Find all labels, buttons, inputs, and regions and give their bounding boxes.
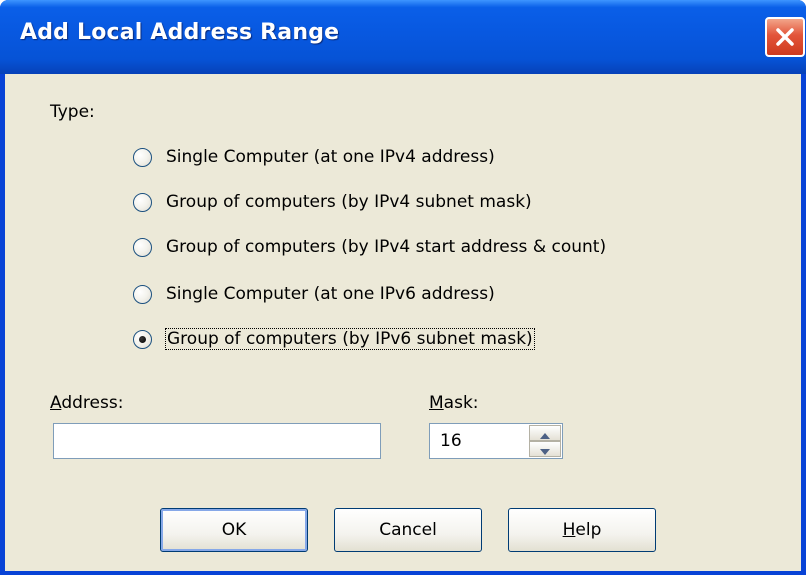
dialog-client-area: Type: Single Computer (at one IPv4 addre… bbox=[5, 74, 801, 571]
cancel-button-label: Cancel bbox=[379, 520, 437, 540]
spin-down-button[interactable] bbox=[529, 441, 561, 457]
address-label-access-key: A bbox=[50, 393, 62, 413]
address-label-text: ddress: bbox=[61, 393, 124, 413]
radio-label: Group of computers (by IPv4 subnet mask) bbox=[166, 192, 532, 212]
ok-button[interactable]: OK bbox=[160, 508, 308, 552]
close-button[interactable] bbox=[765, 17, 805, 57]
radio-label: Group of computers (by IPv4 start addres… bbox=[166, 237, 607, 257]
radio-option-group-ipv4-range[interactable]: Group of computers (by IPv4 start addres… bbox=[133, 234, 606, 260]
address-label: Address: bbox=[50, 393, 123, 413]
arrow-down-icon bbox=[540, 440, 550, 459]
mask-spinbox[interactable] bbox=[429, 423, 563, 459]
cancel-button[interactable]: Cancel bbox=[334, 508, 482, 552]
help-button[interactable]: Help bbox=[508, 508, 656, 552]
help-button-label: Help bbox=[563, 520, 602, 540]
radio-option-group-ipv4-subnet[interactable]: Group of computers (by IPv4 subnet mask) bbox=[133, 189, 532, 215]
dialog-window: Add Local Address Range Type: Single Com… bbox=[0, 0, 806, 575]
dialog-title: Add Local Address Range bbox=[20, 20, 340, 45]
radio-option-single-ipv4[interactable]: Single Computer (at one IPv4 address) bbox=[133, 144, 495, 170]
radio-option-group-ipv6-subnet[interactable]: Group of computers (by IPv6 subnet mask) bbox=[133, 326, 535, 352]
radio-button-selected[interactable] bbox=[133, 329, 152, 349]
address-input[interactable] bbox=[53, 423, 381, 459]
radio-button[interactable] bbox=[133, 237, 152, 257]
radio-label: Single Computer (at one IPv4 address) bbox=[166, 147, 495, 167]
radio-button[interactable] bbox=[133, 284, 152, 304]
radio-option-single-ipv6[interactable]: Single Computer (at one IPv6 address) bbox=[133, 281, 495, 307]
radio-button[interactable] bbox=[133, 147, 152, 167]
type-label: Type: bbox=[50, 102, 95, 122]
mask-label-text: ask: bbox=[443, 393, 479, 413]
title-bar[interactable]: Add Local Address Range bbox=[0, 0, 806, 74]
mask-label-access-key: M bbox=[429, 393, 444, 413]
help-label-text: elp bbox=[575, 520, 602, 540]
mask-input[interactable] bbox=[430, 424, 528, 458]
radio-button[interactable] bbox=[133, 192, 152, 212]
mask-label: Mask: bbox=[429, 393, 479, 413]
radio-label: Single Computer (at one IPv6 address) bbox=[166, 284, 495, 304]
ok-button-label: OK bbox=[221, 520, 247, 540]
close-icon bbox=[774, 26, 796, 48]
radio-label: Group of computers (by IPv6 subnet mask) bbox=[165, 328, 535, 350]
help-access-key: H bbox=[562, 520, 576, 540]
